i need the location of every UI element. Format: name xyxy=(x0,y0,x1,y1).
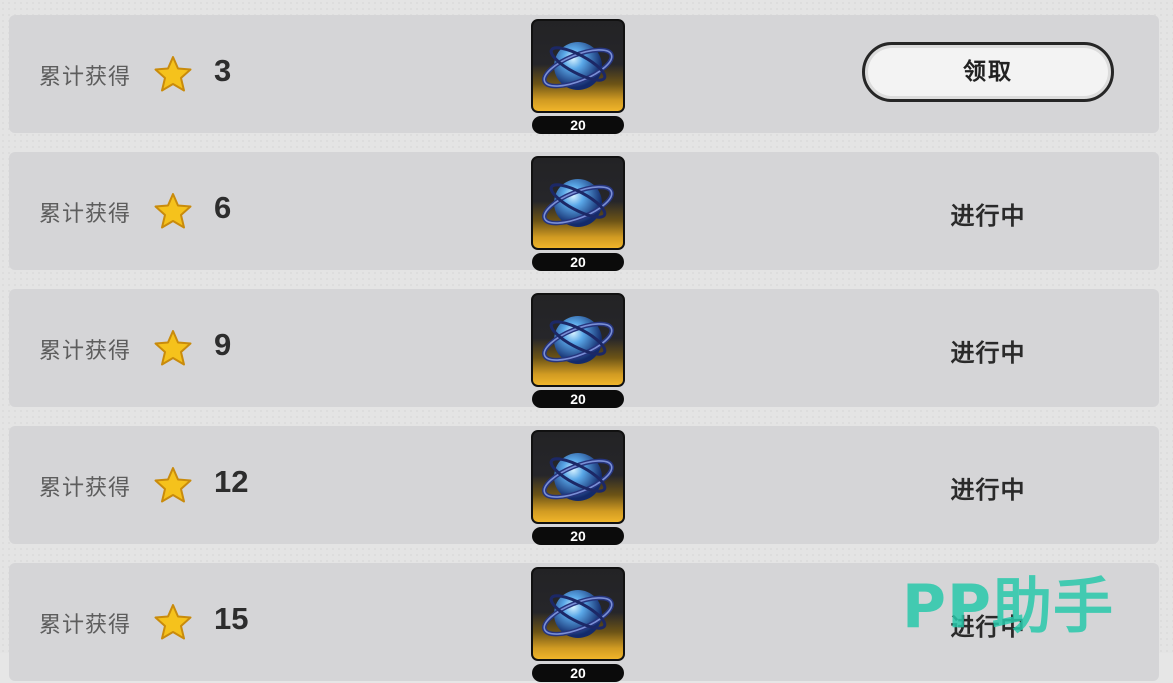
reward-item[interactable]: 20 xyxy=(531,19,625,135)
reward-quantity: 20 xyxy=(532,116,624,134)
crystal-orb-icon xyxy=(542,316,614,364)
crystal-orb-icon xyxy=(542,179,614,227)
reward-item-frame xyxy=(531,156,625,250)
reward-row-3: 累计获得 3 20 领取 xyxy=(9,15,1159,135)
reward-quantity: 20 xyxy=(532,390,624,408)
cumulative-label: 累计获得 xyxy=(39,339,132,364)
cumulative-label: 累计获得 xyxy=(39,202,132,227)
reward-item[interactable]: 20 xyxy=(531,293,625,409)
in-progress-status: 进行中 xyxy=(950,202,1026,230)
required-star-count: 9 xyxy=(214,327,232,362)
star-icon xyxy=(154,604,192,640)
reward-quantity: 20 xyxy=(532,664,624,682)
cumulative-label: 累计获得 xyxy=(39,613,132,638)
required-star-count: 3 xyxy=(214,53,232,88)
reward-list: 累计获得 3 20 领取 累计获得 6 20 进行中 累计获得 9 20 进行中… xyxy=(0,0,1173,682)
crystal-orb-icon xyxy=(542,453,614,501)
reward-item[interactable]: 20 xyxy=(531,156,625,272)
claim-button[interactable]: 领取 xyxy=(862,42,1114,102)
reward-item-frame xyxy=(531,293,625,387)
required-star-count: 6 xyxy=(214,190,232,225)
cumulative-label: 累计获得 xyxy=(39,65,132,90)
crystal-orb-icon xyxy=(542,590,614,638)
reward-quantity: 20 xyxy=(532,527,624,545)
reward-row-15: 累计获得 15 20 进行中 xyxy=(9,563,1159,683)
reward-row-12: 累计获得 12 20 进行中 xyxy=(9,426,1159,546)
reward-item[interactable]: 20 xyxy=(531,567,625,683)
star-icon xyxy=(154,330,192,366)
reward-item-frame xyxy=(531,19,625,113)
required-star-count: 15 xyxy=(214,601,249,636)
reward-item-frame xyxy=(531,567,625,661)
reward-item[interactable]: 20 xyxy=(531,430,625,546)
star-icon xyxy=(154,193,192,229)
in-progress-status: 进行中 xyxy=(950,339,1026,367)
in-progress-status: 进行中 xyxy=(950,476,1026,504)
star-icon xyxy=(154,56,192,92)
star-icon xyxy=(154,467,192,503)
in-progress-status: 进行中 xyxy=(950,613,1026,641)
required-star-count: 12 xyxy=(214,464,249,499)
crystal-orb-icon xyxy=(542,42,614,90)
reward-item-frame xyxy=(531,430,625,524)
reward-row-9: 累计获得 9 20 进行中 xyxy=(9,289,1159,409)
reward-quantity: 20 xyxy=(532,253,624,271)
reward-row-6: 累计获得 6 20 进行中 xyxy=(9,152,1159,272)
cumulative-label: 累计获得 xyxy=(39,476,132,501)
